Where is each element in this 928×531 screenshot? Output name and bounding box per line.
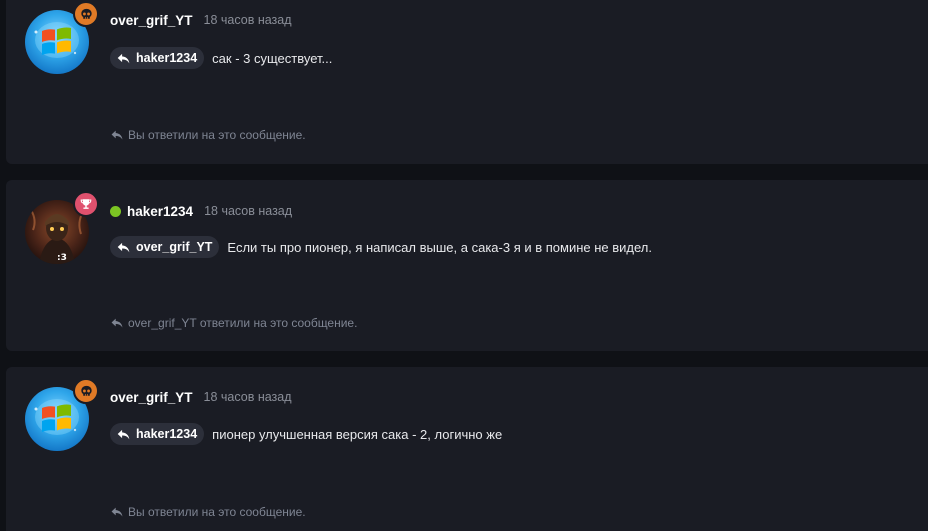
reply-status-text: Вы ответили на это сообщение. (128, 505, 306, 519)
message-text: пионер улучшенная версия сака - 2, логич… (212, 426, 503, 442)
author-name[interactable]: over_grif_YT (110, 13, 193, 28)
reply-reference-chip[interactable]: haker1234 (110, 423, 205, 445)
message-body: over_grif_YT Если ты про пионер, я напис… (110, 236, 652, 258)
reply-arrow-icon (116, 51, 131, 66)
skull-icon (79, 384, 94, 399)
user-badge (73, 1, 99, 27)
reply-reference-chip[interactable]: haker1234 (110, 47, 205, 69)
reply-arrow-icon (110, 505, 124, 519)
message-body: haker1234 сак - 3 существует... (110, 47, 332, 69)
skull-icon (79, 7, 94, 22)
avatar[interactable] (25, 191, 99, 264)
reply-target-name: over_grif_YT (136, 240, 213, 254)
message-feed: over_grif_YT 18 часов назад haker1234 са… (0, 0, 928, 531)
message-text: сак - 3 существует... (212, 50, 333, 66)
reply-status[interactable]: over_grif_YT ответили на это сообщение. (110, 315, 357, 331)
reply-status[interactable]: Вы ответили на это сообщение. (110, 504, 306, 520)
reply-arrow-icon (110, 128, 124, 142)
message-card: over_grif_YT 18 часов назад haker1234 са… (6, 0, 928, 164)
reply-status-text: Вы ответили на это сообщение. (128, 128, 306, 142)
message-header: haker1234 18 часов назад (110, 202, 292, 220)
trophy-icon (79, 197, 93, 211)
user-badge (73, 191, 99, 217)
author-name[interactable]: haker1234 (127, 204, 193, 219)
avatar[interactable] (25, 1, 99, 74)
reply-arrow-icon (110, 316, 124, 330)
user-badge (73, 378, 99, 404)
avatar[interactable] (25, 378, 99, 451)
online-status-dot (110, 205, 121, 217)
message-header: over_grif_YT 18 часов назад (110, 388, 292, 406)
message-body: haker1234 пионер улучшенная версия сака … (110, 423, 502, 445)
reply-reference-chip[interactable]: over_grif_YT (110, 236, 220, 258)
message-text: Если ты про пионер, я написал выше, а са… (227, 239, 652, 255)
reply-status[interactable]: Вы ответили на это сообщение. (110, 127, 306, 143)
author-name[interactable]: over_grif_YT (110, 390, 193, 405)
message-card: haker1234 18 часов назад over_grif_YT Ес… (6, 180, 928, 351)
message-time: 18 часов назад (204, 204, 293, 218)
message-time: 18 часов назад (203, 390, 292, 404)
reply-target-name: haker1234 (136, 427, 198, 441)
reply-target-name: haker1234 (136, 51, 198, 65)
message-card: over_grif_YT 18 часов назад haker1234 пи… (6, 367, 928, 531)
reply-status-text: over_grif_YT ответили на это сообщение. (128, 316, 358, 330)
message-header: over_grif_YT 18 часов назад (110, 11, 292, 29)
message-time: 18 часов назад (203, 13, 292, 27)
reply-arrow-icon (116, 240, 131, 255)
reply-arrow-icon (116, 427, 131, 442)
